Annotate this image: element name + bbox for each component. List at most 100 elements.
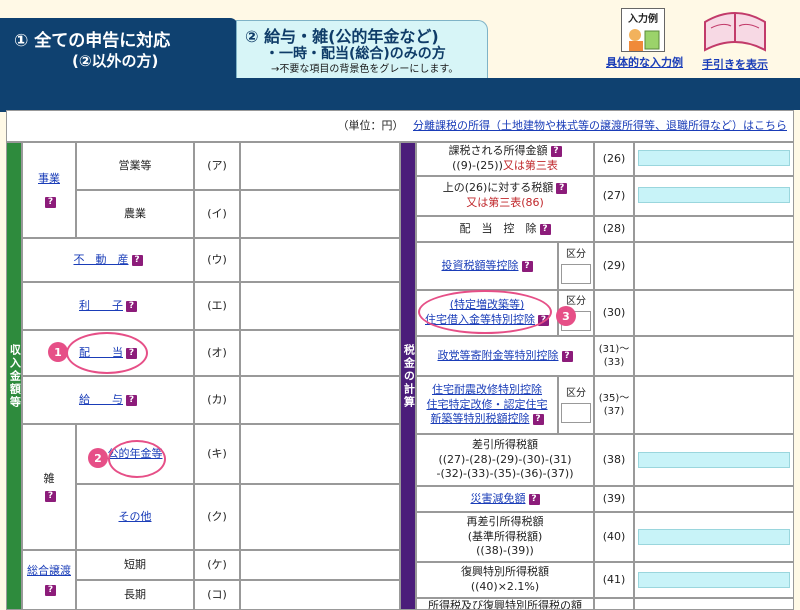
code-30: (30)	[594, 290, 634, 336]
political-donation-field[interactable]	[634, 336, 794, 376]
real-estate-help-icon[interactable]: ?	[131, 254, 143, 266]
code-ke: (ケ)	[194, 550, 240, 580]
political-donation-row: 政党等寄附金等特別控除?	[416, 336, 594, 376]
code-ku: (ク)	[194, 484, 240, 550]
seismic-row: 住宅耐震改修特別控除 住宅特定改修・認定住宅 新築等特別税額控除?	[416, 376, 558, 434]
base-tax-sub: (基準所得税額)	[467, 529, 543, 543]
business-help-icon[interactable]: ?	[45, 196, 56, 208]
misc-other-row: その他	[76, 484, 194, 550]
business-farming-label: 農業	[76, 190, 194, 238]
misc-label: 雑	[43, 472, 55, 486]
input-example-text[interactable]: 具体的な入力例	[606, 56, 683, 69]
seismic-link-3[interactable]: 新築等特別税額控除	[431, 412, 530, 425]
salary-field[interactable]	[240, 376, 400, 424]
net-tax-formula-1: ((27)-(28)-(29)-(30)-(31)	[438, 452, 572, 466]
dividend-credit-field[interactable]	[634, 216, 794, 242]
total-tax-label: 所得税及び復興特別所得税の額	[416, 598, 594, 610]
taxable-income-row: 課税される所得金額? ((9)-(25))又は第三表	[416, 142, 594, 176]
misc-other-field[interactable]	[240, 484, 400, 550]
disaster-row: 災害減免額?	[416, 486, 594, 512]
guide-text[interactable]: 手引きを表示	[702, 58, 768, 71]
business-group: 事業 ?	[22, 142, 76, 238]
tax-on-26-help-icon[interactable]: ?	[556, 182, 568, 194]
code-38: (38)	[594, 434, 634, 486]
code-e: (エ)	[194, 282, 240, 330]
disaster-link[interactable]: 災害減免額	[471, 492, 526, 507]
salary-help-icon[interactable]: ?	[126, 394, 137, 406]
seismic-link-2[interactable]: 住宅特定改修・認定住宅	[427, 398, 548, 413]
tax-on-26-field[interactable]	[638, 187, 790, 203]
capital-gain-link[interactable]: 総合譲渡	[27, 564, 71, 579]
misc-help-icon[interactable]: ?	[45, 490, 56, 502]
political-donation-help-icon[interactable]: ?	[561, 350, 573, 362]
business-link[interactable]: 事業	[38, 172, 60, 187]
housing-loan-field[interactable]	[634, 290, 794, 336]
investment-credit-link[interactable]: 投資税額等控除	[442, 259, 519, 274]
net-tax-formula-2: -(32)-(33)-(35)-(36)-(37))	[436, 467, 574, 481]
short-term-field[interactable]	[240, 550, 400, 580]
seismic-link-1[interactable]: 住宅耐震改修特別控除	[432, 383, 542, 398]
code-31-33: (31)～(33)	[594, 336, 634, 376]
guide-link[interactable]: 手引きを表示	[698, 8, 772, 72]
salary-row: 給 与?	[22, 376, 194, 424]
seismic-kubun-input[interactable]	[561, 402, 591, 423]
seismic-help-icon[interactable]: ?	[532, 413, 544, 425]
investment-kubun-input[interactable]	[561, 263, 591, 284]
code-35-37: (35)～(37)	[594, 376, 634, 434]
annotation-badge-3: 3	[556, 306, 576, 326]
annotation-badge-2: 2	[88, 448, 108, 468]
code-27: (27)	[594, 176, 634, 216]
investment-credit-row: 投資税額等控除?	[416, 242, 558, 290]
investment-credit-field[interactable]	[634, 242, 794, 290]
tab-all-returns-title: ① 全ての申告に対応	[14, 31, 171, 51]
tab-salary-subtitle: ・一時・配当(総合)のみの方	[265, 46, 446, 62]
header-bar	[0, 78, 800, 110]
recovery-tax-label: 復興特別所得税額	[461, 565, 549, 579]
highlight-misc-other	[108, 440, 166, 478]
salary-link[interactable]: 給 与	[79, 393, 123, 408]
seismic-kubun: 区分	[558, 376, 594, 434]
highlight-salary	[66, 332, 148, 374]
interest-link[interactable]: 利 子	[79, 299, 123, 314]
net-tax-field[interactable]	[638, 452, 790, 468]
code-41: (41)	[594, 562, 634, 598]
tab-salary-only[interactable]: ② 給与・雑(公的年金など) ・一時・配当(総合)のみの方 →不要な項目の背景色…	[236, 20, 488, 78]
real-estate-row: 不 動 産?	[22, 238, 194, 282]
pension-field[interactable]	[240, 424, 400, 484]
tax-form-page: ① 全ての申告に対応 (②以外の方) ② 給与・雑(公的年金など) ・一時・配当…	[0, 0, 800, 610]
business-sales-field[interactable]	[240, 142, 400, 190]
code-ka: (カ)	[194, 376, 240, 424]
base-tax-field[interactable]	[638, 529, 790, 545]
separate-tax-link[interactable]: 分離課税の所得（土地建物や株式等の譲渡所得等、退職所得など）はこちら	[413, 119, 787, 132]
disaster-help-icon[interactable]: ?	[528, 493, 540, 505]
taxable-income-field[interactable]	[638, 150, 790, 166]
real-estate-link[interactable]: 不 動 産	[74, 253, 129, 268]
code-u: (ウ)	[194, 238, 240, 282]
dividend-field[interactable]	[240, 330, 400, 376]
tab-salary-note: →不要な項目の背景色をグレーにします。	[271, 64, 459, 75]
taxable-income-help-icon[interactable]: ?	[550, 145, 562, 157]
misc-other-link[interactable]: その他	[119, 510, 152, 525]
capital-gain-help-icon[interactable]: ?	[45, 584, 56, 596]
seismic-field[interactable]	[634, 376, 794, 434]
investment-credit-help-icon[interactable]: ?	[521, 260, 533, 272]
real-estate-field[interactable]	[240, 238, 400, 282]
code-26: (26)	[594, 142, 634, 176]
business-farming-field[interactable]	[240, 190, 400, 238]
long-term-field[interactable]	[240, 580, 400, 610]
disaster-field[interactable]	[634, 486, 794, 512]
interest-help-icon[interactable]: ?	[126, 300, 137, 312]
input-example-link[interactable]: 入力例 具体的な入力例	[606, 8, 683, 70]
total-tax-field[interactable]	[634, 598, 794, 610]
interest-field[interactable]	[240, 282, 400, 330]
dividend-credit-help-icon[interactable]: ?	[539, 223, 551, 235]
political-donation-link[interactable]: 政党等寄附金等特別控除	[438, 349, 559, 364]
tax-on-26-row: 上の(26)に対する税額? 又は第三表(86)	[416, 176, 594, 216]
long-term-label: 長期	[76, 580, 194, 610]
recovery-tax-field[interactable]	[638, 572, 790, 588]
recovery-tax-formula: ((40)×2.1%)	[470, 580, 540, 593]
guide-book-icon	[701, 8, 769, 54]
code-ko: (コ)	[194, 580, 240, 610]
tax-on-26-label: 上の(26)に対する税額?	[443, 181, 568, 196]
input-example-box-label: 入力例	[622, 9, 664, 25]
